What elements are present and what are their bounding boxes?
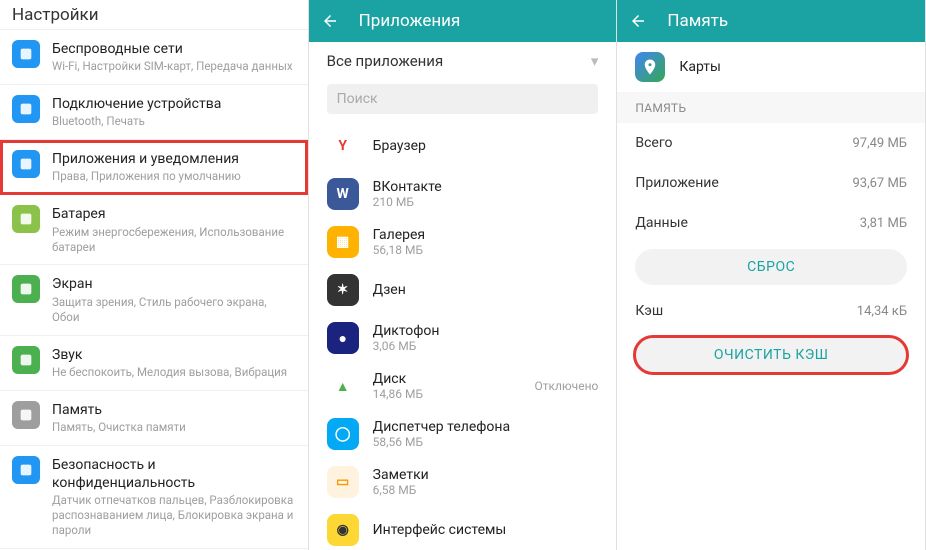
app-title: Интерфейс системы	[373, 522, 599, 538]
setting-sub: Bluetooth, Печать	[52, 114, 296, 129]
settings-row-4[interactable]: Экран Защита зрения, Стиль рабочего экра…	[0, 265, 308, 335]
app-row-1[interactable]: W ВКонтакте 210 МБ	[309, 170, 617, 218]
app-title: Диспетчер телефона	[373, 419, 599, 435]
app-size: 58,56 МБ	[373, 435, 599, 449]
setting-sub: Не беспокоить, Мелодия вызова, Вибрация	[52, 365, 296, 380]
app-title: Галерея	[373, 227, 599, 243]
screen-icon	[12, 275, 40, 303]
app-icon: ✶	[327, 274, 359, 306]
settings-row-3[interactable]: Батарея Режим энергосбережения, Использо…	[0, 195, 308, 265]
app-title: Браузер	[373, 138, 599, 154]
settings-row-5[interactable]: Звук Не беспокоить, Мелодия вызова, Вибр…	[0, 336, 308, 391]
reset-button[interactable]: СБРОС	[635, 249, 907, 285]
app-title: Диск	[373, 371, 535, 387]
storage-row-1: Приложение93,67 МБ	[617, 163, 925, 203]
settings-row-0[interactable]: Беспроводные сети Wi-Fi, Настройки SIM-к…	[0, 30, 308, 85]
app-status: Отключено	[534, 379, 598, 393]
bt-icon	[12, 95, 40, 123]
app-size: 3,06 МБ	[373, 339, 599, 353]
setting-title: Память	[52, 401, 296, 419]
chevron-down-icon: ▾	[591, 52, 599, 70]
app-name: Карты	[679, 59, 721, 75]
settings-row-1[interactable]: Подключение устройства Bluetooth, Печать	[0, 85, 308, 140]
sec-icon	[12, 456, 40, 484]
app-header[interactable]: Карты	[617, 42, 925, 93]
app-title: ВКонтакте	[373, 179, 599, 195]
app-size: 56,18 МБ	[373, 243, 599, 257]
setting-sub: Режим энергосбережения, Использование ба…	[52, 225, 296, 255]
setting-title: Приложения и уведомления	[52, 150, 296, 168]
back-icon[interactable]	[321, 12, 339, 30]
app-title: Диктофон	[373, 323, 599, 339]
app-icon: ▦	[327, 226, 359, 258]
apps-list: Y Браузер W ВКонтакте 210 МБ ▦ Галерея 5…	[309, 122, 617, 550]
storage-row-0: Всего97,49 МБ	[617, 123, 925, 163]
settings-row-2[interactable]: Приложения и уведомления Права, Приложен…	[0, 140, 308, 195]
app-size: 6,58 МБ	[373, 483, 599, 497]
setting-sub: Память, Очистка памяти	[52, 420, 296, 435]
setting-title: Беспроводные сети	[52, 40, 296, 58]
setting-sub: Защита зрения, Стиль рабочего экрана, Об…	[52, 295, 296, 325]
app-icon: ▭	[327, 466, 359, 498]
setting-title: Экран	[52, 275, 296, 293]
apps-panel: Приложения Все приложения ▾ Поиск Y Брау…	[309, 0, 618, 550]
app-row-7[interactable]: ▭ Заметки 6,58 МБ	[309, 458, 617, 506]
app-icon: ●	[327, 322, 359, 354]
settings-panel: Настройки Беспроводные сети Wi-Fi, Настр…	[0, 0, 309, 550]
filter-label: Все приложения	[327, 52, 444, 70]
section-label: ПАМЯТЬ	[617, 93, 925, 123]
apps-icon	[12, 150, 40, 178]
clear-cache-button[interactable]: ОЧИСТИТЬ КЭШ	[635, 337, 907, 373]
app-size: 14,86 МБ	[373, 387, 535, 401]
setting-sub: Датчик отпечатков пальцев, Разблокировка…	[52, 493, 296, 538]
storage-row-2: Данные3,81 МБ	[617, 203, 925, 243]
storage-title: Память	[667, 11, 728, 31]
app-row-4[interactable]: ● Диктофон 3,06 МБ	[309, 314, 617, 362]
mem-icon	[12, 401, 40, 429]
panel-title: Настройки	[0, 0, 308, 30]
setting-sub: Wi-Fi, Настройки SIM-карт, Передача данн…	[52, 59, 296, 74]
app-title: Дзен	[373, 282, 599, 298]
settings-row-7[interactable]: Безопасность и конфиденциальность Датчик…	[0, 446, 308, 549]
app-icon: Y	[327, 130, 359, 162]
app-size: 210 МБ	[373, 195, 599, 209]
setting-title: Звук	[52, 346, 296, 364]
app-row-2[interactable]: ▦ Галерея 56,18 МБ	[309, 218, 617, 266]
settings-row-6[interactable]: Память Память, Очистка памяти	[0, 391, 308, 446]
batt-icon	[12, 205, 40, 233]
wifi-icon	[12, 40, 40, 68]
search-input[interactable]: Поиск	[327, 84, 599, 114]
maps-icon	[635, 52, 665, 82]
settings-list: Беспроводные сети Wi-Fi, Настройки SIM-к…	[0, 30, 308, 550]
storage-header: Память	[617, 0, 925, 42]
app-icon: ◯	[327, 418, 359, 450]
app-icon: ▲	[327, 370, 359, 402]
sound-icon	[12, 346, 40, 374]
setting-sub: Права, Приложения по умолчанию	[52, 169, 296, 184]
cache-row: Кэш 14,34 кБ	[617, 291, 925, 331]
app-icon: ◉	[327, 514, 359, 546]
setting-title: Подключение устройства	[52, 95, 296, 113]
app-icon: W	[327, 178, 359, 210]
apps-filter-dropdown[interactable]: Все приложения ▾	[309, 42, 617, 80]
app-row-0[interactable]: Y Браузер	[309, 122, 617, 170]
app-row-6[interactable]: ◯ Диспетчер телефона 58,56 МБ	[309, 410, 617, 458]
storage-panel: Память Карты ПАМЯТЬ Всего97,49 МБПриложе…	[617, 0, 926, 550]
back-icon[interactable]	[629, 12, 647, 30]
app-title: Заметки	[373, 467, 599, 483]
app-row-8[interactable]: ◉ Интерфейс системы	[309, 506, 617, 550]
setting-title: Безопасность и конфиденциальность	[52, 456, 296, 492]
setting-title: Батарея	[52, 205, 296, 223]
app-row-5[interactable]: ▲ Диск 14,86 МБ Отключено	[309, 362, 617, 410]
app-row-3[interactable]: ✶ Дзен	[309, 266, 617, 314]
apps-header: Приложения	[309, 0, 617, 42]
apps-title: Приложения	[359, 11, 461, 31]
